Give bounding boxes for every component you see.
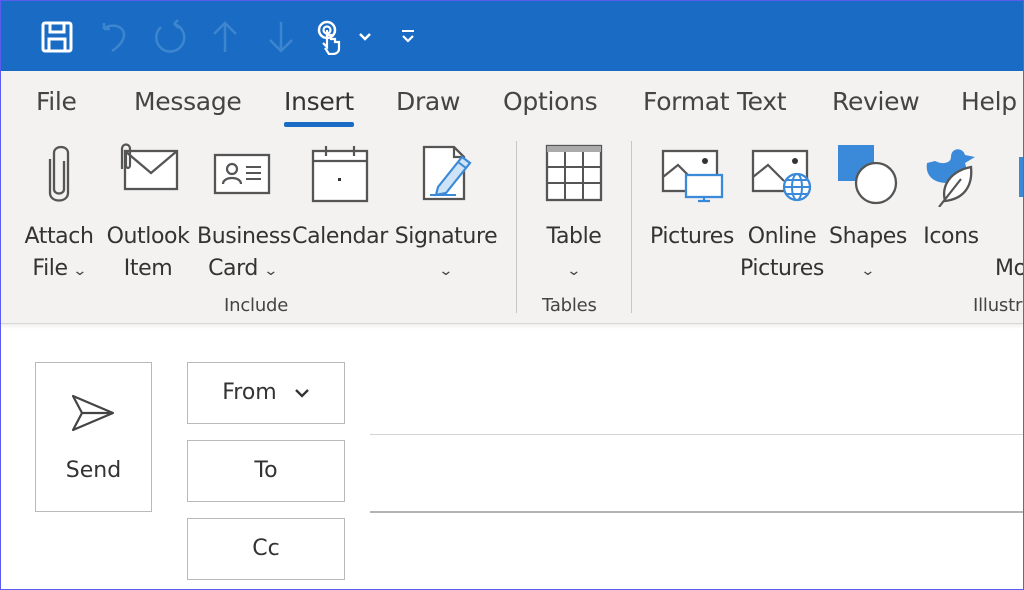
3d-models-button[interactable]: Mo	[995, 143, 1024, 285]
redo-icon	[155, 19, 186, 53]
title-bar	[1, 1, 1023, 71]
send-icon	[71, 394, 115, 432]
from-label: From	[222, 380, 277, 405]
business-card-icon	[213, 153, 271, 195]
pictures-icon	[661, 149, 724, 203]
signature-button[interactable]: Signature ⌄	[394, 143, 498, 287]
table-label: Table	[546, 224, 602, 249]
from-button[interactable]: From	[187, 362, 345, 424]
online-pictures-button[interactable]: Online Pictures	[739, 143, 825, 285]
attach-file-button[interactable]: Attach File ⌄	[23, 143, 95, 287]
next-item-button[interactable]	[263, 19, 299, 55]
undo-button[interactable]	[97, 19, 133, 55]
pictures-label: Pictures	[650, 224, 734, 249]
chevron-down-icon: ⌄	[72, 263, 88, 279]
online-pictures-icon	[751, 149, 812, 202]
3d-models-icon	[1019, 157, 1023, 197]
tab-help[interactable]: Help	[961, 87, 1017, 116]
touch-mode-dropdown[interactable]	[350, 19, 380, 55]
chevron-down-icon: ⌄	[438, 263, 454, 279]
paperclip-icon	[48, 145, 70, 202]
outlook-compose-window: File Message Insert Draw Options Format …	[0, 0, 1024, 590]
chevron-down-icon: ⌄	[566, 263, 582, 279]
table-icon	[545, 144, 603, 202]
calendar-label: Calendar	[292, 224, 388, 249]
group-label-include: Include	[224, 295, 289, 316]
tab-message[interactable]: Message	[134, 87, 242, 116]
cc-input[interactable]	[370, 519, 1023, 581]
to-field-underline	[370, 511, 1023, 513]
signature-label: Signature	[394, 224, 498, 249]
from-field-divider	[370, 434, 1023, 435]
business-card-label-2: Card	[208, 256, 258, 281]
to-input[interactable]	[370, 441, 1023, 509]
tab-draw[interactable]: Draw	[396, 87, 460, 116]
attach-file-label-1: Attach	[24, 224, 94, 249]
group-separator	[516, 141, 517, 313]
pictures-button[interactable]: Pictures	[649, 143, 735, 253]
calendar-icon	[311, 146, 369, 203]
group-label-tables: Tables	[542, 295, 597, 316]
save-button[interactable]	[39, 19, 75, 55]
save-icon	[41, 21, 73, 53]
chevron-down-icon	[294, 389, 309, 398]
tab-insert[interactable]: Insert	[284, 87, 354, 116]
signature-icon	[422, 145, 472, 201]
active-tab-indicator	[284, 122, 354, 127]
undo-icon	[102, 23, 126, 53]
tab-options[interactable]: Options	[503, 87, 598, 116]
outlook-item-button[interactable]: Outlook Item	[104, 143, 192, 285]
calendar-button[interactable]: Calendar	[292, 143, 388, 253]
arrow-down-icon	[269, 22, 293, 53]
online-pictures-label-1: Online	[747, 224, 817, 249]
arrow-up-icon	[213, 21, 237, 52]
tab-format-text[interactable]: Format Text	[643, 87, 787, 116]
customize-qat-icon	[402, 30, 414, 43]
tab-file[interactable]: File	[36, 87, 77, 116]
group-label-illustrations: Illustr	[973, 295, 1023, 316]
touch-mouse-mode-button[interactable]	[313, 19, 349, 55]
3d-models-label-1	[995, 221, 1023, 253]
ribbon: File Message Insert Draw Options Format …	[1, 71, 1023, 324]
group-separator	[631, 141, 632, 313]
business-card-button[interactable]: Business Card ⌄	[197, 143, 291, 287]
cc-button[interactable]: Cc	[187, 518, 345, 580]
shapes-button[interactable]: Shapes ⌄	[827, 143, 909, 287]
outlook-item-label-2: Item	[123, 256, 173, 281]
attach-file-label-2: File	[32, 256, 68, 281]
touch-mode-icon	[317, 20, 341, 55]
to-button[interactable]: To	[187, 440, 345, 502]
cc-label: Cc	[252, 536, 280, 561]
chevron-down-icon	[359, 33, 371, 41]
previous-item-button[interactable]	[207, 19, 243, 55]
customize-toolbar-button[interactable]	[393, 19, 423, 55]
business-card-label-1: Business	[197, 224, 291, 249]
to-label: To	[254, 458, 278, 483]
icons-button[interactable]: Icons	[915, 143, 987, 253]
chevron-down-icon: ⌄	[860, 263, 876, 279]
table-button[interactable]: Table ⌄	[534, 143, 614, 287]
send-label: Send	[65, 458, 122, 483]
icons-label: Icons	[923, 224, 979, 249]
shapes-label: Shapes	[829, 224, 907, 249]
outlook-item-label-1: Outlook	[106, 224, 190, 249]
redo-button[interactable]	[152, 19, 188, 55]
3d-models-label-2: Mo	[995, 256, 1024, 281]
icons-icon	[926, 149, 975, 207]
tab-review[interactable]: Review	[832, 87, 920, 116]
online-pictures-label-2: Pictures	[740, 256, 824, 281]
send-button[interactable]: Send	[35, 362, 152, 512]
chevron-down-icon: ⌄	[262, 263, 278, 279]
shapes-icon	[838, 145, 898, 205]
outlook-item-icon	[120, 143, 179, 191]
